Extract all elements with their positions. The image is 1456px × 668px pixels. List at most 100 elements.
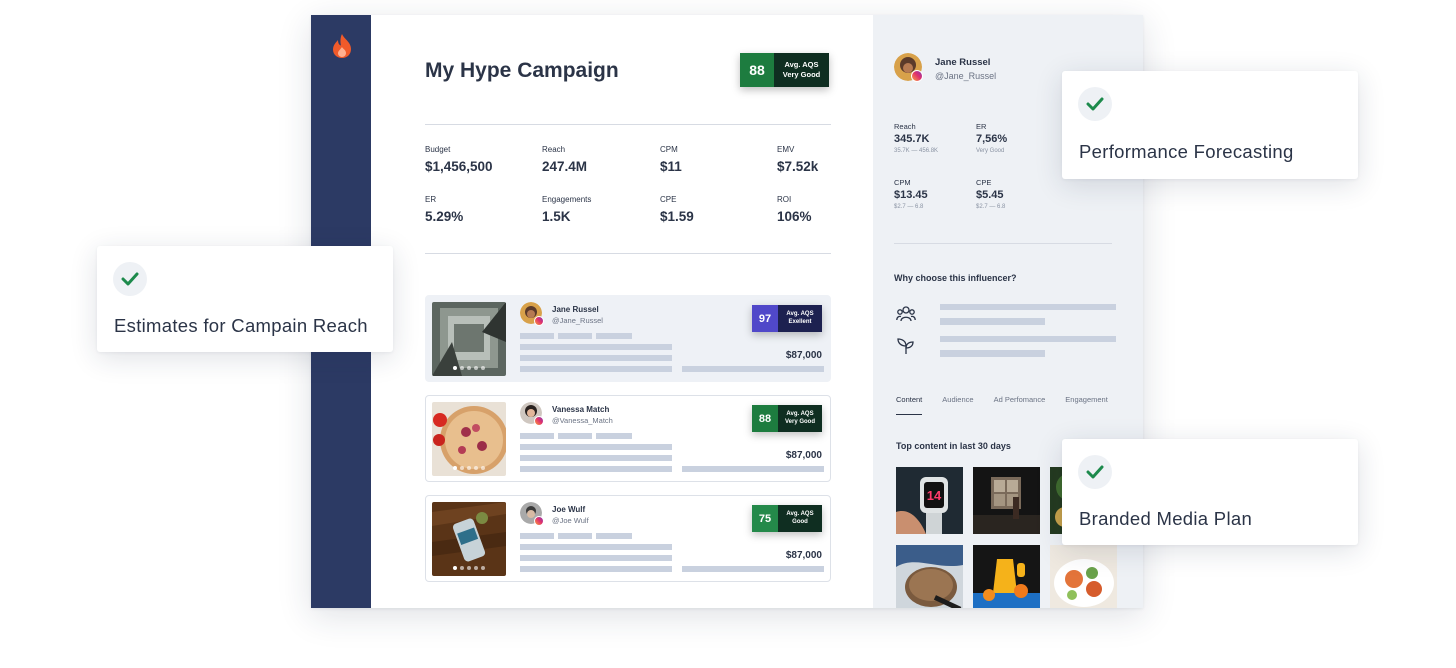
placeholder-bar — [682, 466, 824, 472]
aqs-rating-text: Good — [792, 518, 808, 525]
placeholder-bar — [520, 333, 554, 339]
placeholder-bar — [520, 433, 554, 439]
stat-cpe: CPE $1.59 — [660, 195, 770, 224]
aqs-label: Avg. AQS Good — [778, 505, 822, 532]
divider — [425, 253, 831, 254]
stat-range: $2.7 — 6.8 — [894, 204, 924, 210]
check-icon — [1086, 97, 1104, 111]
placeholder-bar — [682, 366, 824, 372]
content-tile[interactable] — [973, 545, 1040, 608]
audience-icon — [896, 306, 916, 322]
stat-engagements: Engagements 1.5K — [542, 195, 652, 224]
stat-reach: Reach 247.4M — [542, 145, 652, 174]
stat-value: 247.4M — [542, 159, 588, 174]
placeholder-bar — [682, 566, 824, 572]
influencer-name: Jane Russel — [552, 305, 599, 314]
post-thumbnail[interactable] — [432, 302, 506, 376]
aqs-rating-text: Very Good — [784, 418, 815, 425]
placeholder-bar — [596, 433, 632, 439]
profile-tabs: Content Audience Ad Perfomance Engagemen… — [896, 395, 1128, 415]
check-icon-wrap — [113, 262, 147, 296]
tab-audience[interactable]: Audience — [942, 395, 973, 415]
aqs-label-text: Avg. AQS — [784, 60, 819, 69]
influencer-handle: @Vanessa_Match — [552, 416, 613, 425]
content-tile[interactable]: 14 — [896, 467, 963, 534]
carousel-dots[interactable] — [432, 466, 506, 470]
divider — [425, 124, 831, 125]
top-content-heading: Top content in last 30 days — [896, 441, 1011, 451]
stat-label: Budget — [425, 145, 451, 154]
stat-label: ER — [425, 195, 437, 204]
stat-label: CPE — [976, 178, 992, 187]
influencer-card-vanessa[interactable]: Vanessa Match @Vanessa_Match 88 Avg. AQS… — [425, 395, 831, 482]
aqs-score: 75 — [752, 505, 778, 532]
profile-stat-cpm: CPM $13.45 $2.7 — 6.8 — [894, 178, 928, 210]
price: $87,000 — [785, 350, 822, 361]
watch-display: 14 — [927, 488, 942, 503]
aqs-label-text: Avg. AQS — [786, 411, 814, 417]
feature-label: Performance Forecasting — [1079, 141, 1294, 162]
aqs-label: Avg. AQS Exellent — [778, 305, 822, 332]
placeholder-bar — [940, 318, 1045, 325]
instagram-icon — [534, 416, 544, 426]
price: $87,000 — [785, 450, 822, 461]
carousel-dots[interactable] — [432, 366, 506, 370]
aqs-badge: 97 Avg. AQS Exellent — [752, 305, 822, 332]
stat-er: ER 5.29% — [425, 195, 535, 224]
stat-range: Very Good — [976, 148, 1005, 154]
flame-logo-icon[interactable] — [331, 33, 353, 59]
why-choose-heading: Why choose this influencer? — [894, 273, 1017, 283]
placeholder-bar — [558, 333, 592, 339]
stat-label: Reach — [894, 122, 916, 131]
placeholder-bar — [596, 533, 632, 539]
placeholder-bar — [520, 355, 672, 361]
influencer-name: Joe Wulf — [552, 505, 586, 514]
stat-value: $5.45 — [976, 189, 1004, 201]
aqs-badge: 88 Avg. AQS Very Good — [752, 405, 822, 432]
instagram-icon — [534, 316, 544, 326]
placeholder-bar — [940, 304, 1116, 310]
stat-value: 5.29% — [425, 209, 464, 224]
instagram-icon — [911, 70, 923, 82]
placeholder-bar — [520, 466, 672, 472]
aqs-rating-text: Very Good — [782, 70, 821, 79]
placeholder-bar — [520, 566, 672, 572]
divider — [894, 243, 1112, 244]
profile-handle: @Jane_Russel — [935, 71, 997, 81]
influencer-card-joe[interactable]: Joe Wulf @Joe Wulf 75 Avg. AQS Good $87,… — [425, 495, 831, 582]
stat-label: CPM — [894, 178, 911, 187]
placeholder-bar — [520, 344, 672, 350]
app-window: My Hype Campaign 88 Avg. AQS Very Good B… — [311, 15, 1143, 608]
placeholder-bar — [558, 533, 592, 539]
placeholder-bar — [520, 555, 672, 561]
tab-engagement[interactable]: Engagement — [1065, 395, 1108, 415]
stat-value: 106% — [777, 209, 812, 224]
post-thumbnail[interactable] — [432, 402, 506, 476]
influencer-card-jane[interactable]: Jane Russel @Jane_Russel 97 Avg. AQS Exe… — [425, 295, 831, 382]
content-tile[interactable] — [896, 545, 963, 608]
tab-content[interactable]: Content — [896, 395, 923, 415]
stat-range: $2.7 — 6.8 — [976, 204, 1006, 210]
influencer-handle: @Joe Wulf — [552, 516, 589, 525]
tab-ad-performance[interactable]: Ad Perfomance — [994, 395, 1046, 415]
check-icon-wrap — [1078, 455, 1112, 489]
stat-label: CPM — [660, 145, 678, 154]
sprout-icon — [897, 338, 914, 354]
stat-label: Engagements — [542, 195, 592, 204]
post-thumbnail[interactable] — [432, 502, 506, 576]
feature-label: Estimates for Campain Reach — [114, 315, 368, 336]
placeholder-bar — [940, 350, 1045, 357]
carousel-dots[interactable] — [432, 566, 506, 570]
stat-budget: Budget $1,456,500 — [425, 145, 535, 174]
content-tile[interactable] — [1050, 545, 1117, 608]
placeholder-bar — [520, 455, 672, 461]
content-tile[interactable] — [973, 467, 1040, 534]
aqs-label-text: Avg. AQS — [786, 311, 814, 317]
campaign-aqs-badge: 88 Avg. AQS Very Good — [740, 53, 829, 87]
feature-card-performance: Performance Forecasting — [1062, 71, 1358, 179]
stat-range: 35.7K — 456.8K — [894, 148, 939, 154]
stat-value: 1.5K — [542, 209, 571, 224]
stat-label: EMV — [777, 145, 795, 154]
influencer-handle: @Jane_Russel — [552, 316, 603, 325]
placeholder-bar — [520, 544, 672, 550]
